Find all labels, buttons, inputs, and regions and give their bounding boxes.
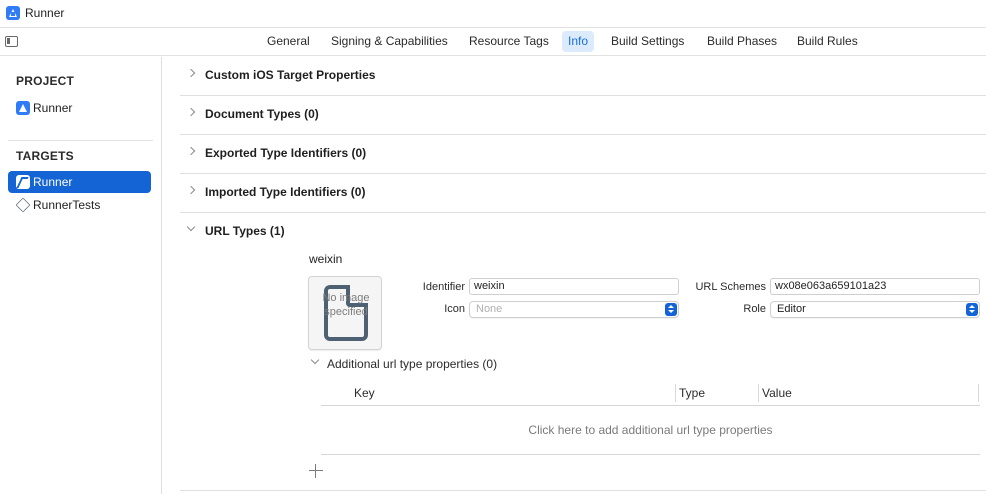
section-exported-type-identifiers[interactable]: Exported Type Identifiers (0) — [180, 135, 986, 174]
section-url-types[interactable]: URL Types (1) — [180, 213, 986, 252]
chevron-down-icon[interactable] — [186, 222, 196, 232]
tab-general[interactable]: General — [261, 31, 316, 52]
window-title: Runner — [25, 6, 65, 20]
chevron-down-icon[interactable] — [310, 355, 320, 365]
column-separator — [675, 384, 676, 402]
icon-label: Icon — [444, 303, 465, 315]
tab-build-phases[interactable]: Build Phases — [701, 31, 783, 52]
add-url-type-button[interactable] — [308, 463, 324, 479]
role-select[interactable]: Editor — [770, 301, 980, 318]
url-schemes-field[interactable]: wx08e063a659101a23 — [770, 278, 980, 295]
section-imported-type-identifiers[interactable]: Imported Type Identifiers (0) — [180, 174, 986, 213]
icon-select[interactable]: None — [469, 301, 679, 318]
sidebar-toggle-icon[interactable] — [5, 36, 18, 47]
url-schemes-label: URL Schemes — [695, 281, 766, 293]
project-navigator: PROJECT Runner TARGETS Runner RunnerTest… — [0, 57, 162, 494]
table-header: Key Type Value — [321, 382, 980, 406]
icon-select-value: None — [476, 303, 503, 315]
section-title: URL Types (1) — [205, 224, 285, 238]
role-select-value: Editor — [777, 303, 806, 315]
tab-info[interactable]: Info — [562, 31, 595, 52]
chevron-right-icon[interactable] — [186, 68, 196, 78]
chevron-right-icon[interactable] — [186, 185, 196, 195]
chevron-right-icon[interactable] — [186, 107, 196, 117]
no-image-label: No image specified — [322, 292, 370, 318]
xcode-project-icon — [16, 101, 30, 115]
sidebar-item-target-runnertests[interactable]: RunnerTests — [8, 194, 151, 216]
role-label: Role — [743, 303, 766, 315]
info-editor: Custom iOS Target Properties Document Ty… — [163, 57, 986, 494]
column-header-key[interactable]: Key — [354, 386, 375, 400]
additional-url-type-properties[interactable]: Additional url type properties (0) — [309, 354, 986, 374]
section-divider — [180, 490, 986, 491]
chevron-right-icon[interactable] — [186, 146, 196, 156]
section-title: Document Types (0) — [205, 107, 319, 121]
sidebar-divider — [8, 140, 153, 141]
additional-properties-table[interactable]: Key Type Value Click here to add additio… — [321, 382, 980, 455]
tab-build-settings[interactable]: Build Settings — [605, 31, 690, 52]
project-section-header: PROJECT — [16, 74, 75, 88]
additional-props-label: Additional url type properties (0) — [327, 357, 498, 371]
chevron-updown-icon — [665, 303, 677, 316]
section-custom-ios-target-properties[interactable]: Custom iOS Target Properties — [180, 57, 986, 96]
column-header-value[interactable]: Value — [762, 386, 792, 400]
sidebar-item-label: RunnerTests — [33, 198, 101, 212]
section-title: Imported Type Identifiers (0) — [205, 185, 366, 199]
sidebar-item-project-runner[interactable]: Runner — [8, 97, 151, 119]
url-type-image-well[interactable]: No image specified — [308, 276, 382, 350]
column-separator — [978, 384, 979, 402]
tab-resource-tags[interactable]: Resource Tags — [463, 31, 555, 52]
editor-tab-bar: General Signing & Capabilities Resource … — [0, 28, 986, 56]
chevron-updown-icon — [966, 303, 978, 316]
sidebar-item-target-runner[interactable]: Runner — [8, 171, 151, 193]
test-target-icon — [15, 197, 31, 213]
tab-signing-capabilities[interactable]: Signing & Capabilities — [325, 31, 454, 52]
identifier-label: Identifier — [422, 281, 465, 293]
sidebar-item-label: Runner — [33, 175, 73, 189]
identifier-field[interactable]: weixin — [469, 278, 679, 295]
url-type-name: weixin — [309, 252, 343, 266]
targets-section-header: TARGETS — [16, 149, 74, 163]
flutter-icon — [16, 175, 30, 189]
section-document-types[interactable]: Document Types (0) — [180, 96, 986, 135]
tab-build-rules[interactable]: Build Rules — [791, 31, 864, 52]
sidebar-item-label: Runner — [33, 101, 73, 115]
column-header-type[interactable]: Type — [679, 386, 705, 400]
add-properties-hint[interactable]: Click here to add additional url type pr… — [321, 423, 980, 437]
section-title: Exported Type Identifiers (0) — [205, 146, 367, 160]
column-separator — [758, 384, 759, 402]
section-title: Custom iOS Target Properties — [205, 68, 376, 82]
xcode-app-icon — [6, 6, 20, 20]
title-bar: Runner — [0, 0, 986, 28]
